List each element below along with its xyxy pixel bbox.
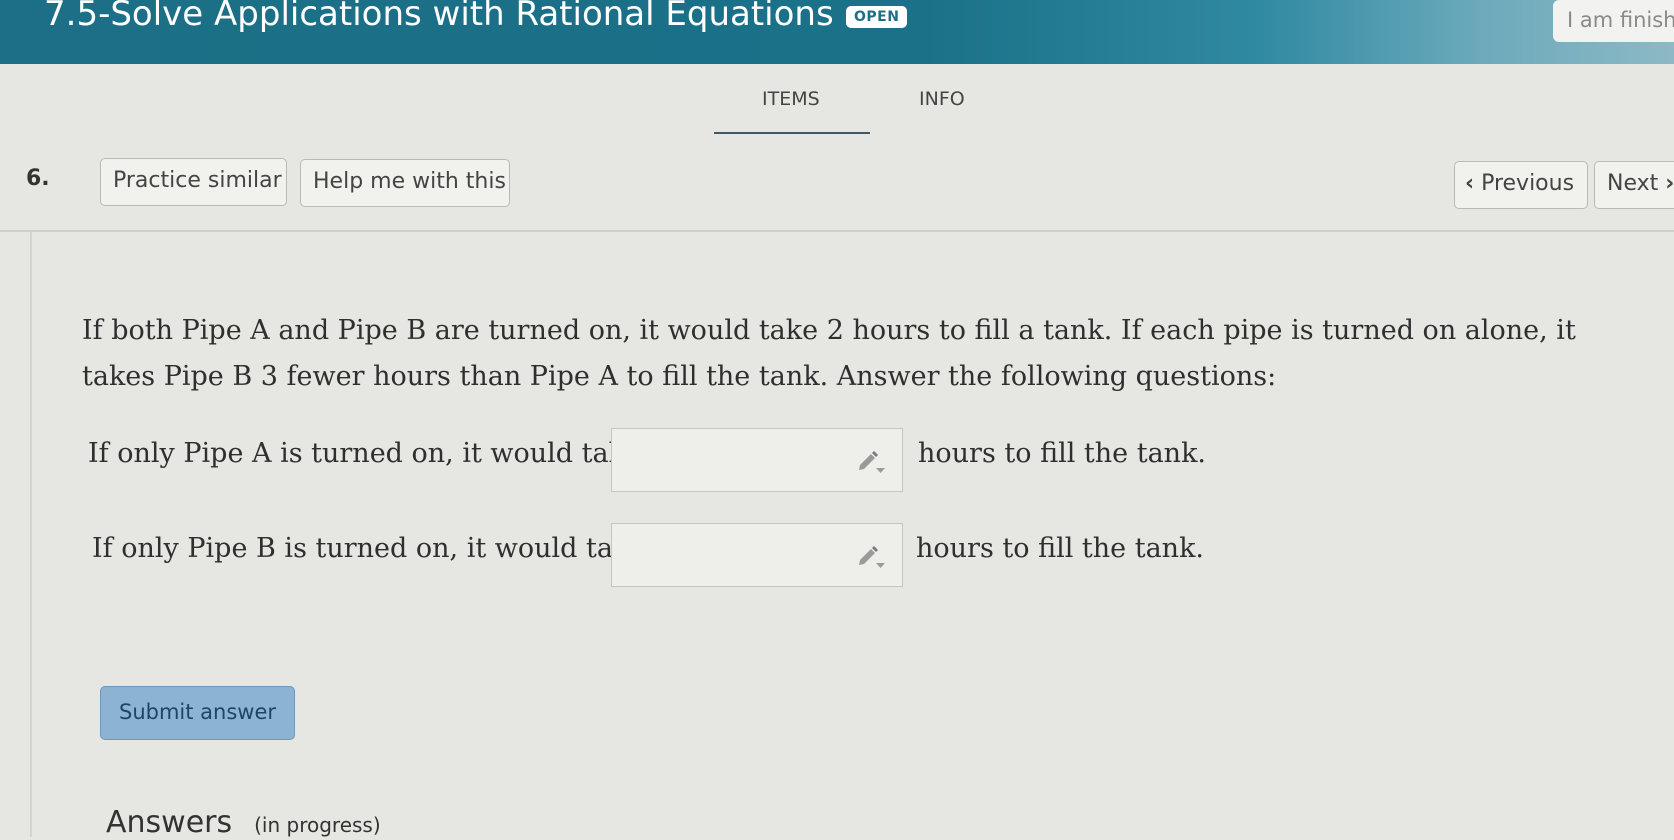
pipe-a-input[interactable] [614, 431, 848, 489]
assignment-title: 7.5-Solve Applications with Rational Equ… [44, 0, 834, 34]
row-a-suffix: hours to fill the tank. [918, 438, 1207, 469]
pipe-b-answer-field[interactable] [611, 523, 903, 587]
next-button[interactable]: Next › [1594, 161, 1674, 209]
pencil-icon[interactable] [856, 544, 886, 570]
assignment-header: 7.5-Solve Applications with Rational Equ… [0, 0, 1674, 64]
practice-similar-button[interactable]: Practice similar [100, 158, 287, 206]
content-left-border [30, 232, 32, 837]
help-me-button[interactable]: Help me with this [300, 159, 510, 207]
pipe-a-answer-field[interactable] [611, 428, 903, 492]
question-number: 6. [26, 166, 50, 191]
chevron-left-icon: ‹ [1465, 171, 1475, 196]
active-tab-indicator [714, 132, 870, 134]
chevron-right-icon: › [1665, 171, 1674, 196]
row-b-suffix: hours to fill the tank. [916, 533, 1205, 564]
next-label: Next [1607, 171, 1659, 196]
tab-info[interactable]: INFO [919, 88, 965, 110]
finish-button[interactable]: I am finish [1553, 0, 1674, 42]
question-prompt: If both Pipe A and Pipe B are turned on,… [82, 315, 1576, 392]
previous-label: Previous [1481, 171, 1575, 196]
tab-items[interactable]: ITEMS [762, 88, 820, 110]
row-b-prefix: If only Pipe B is turned on, it would ta… [92, 533, 646, 564]
pipe-b-input[interactable] [614, 526, 848, 584]
answers-heading: Answers (in progress) [106, 805, 381, 840]
pencil-icon[interactable] [856, 449, 886, 475]
previous-button[interactable]: ‹ Previous [1454, 161, 1588, 209]
row-a-prefix: If only Pipe A is turned on, it would ta… [88, 438, 641, 469]
status-badge: OPEN [846, 6, 908, 28]
answers-title: Answers [106, 805, 233, 840]
submit-answer-button[interactable]: Submit answer [100, 686, 295, 740]
toolbar-divider [0, 230, 1674, 232]
answers-status: (in progress) [254, 813, 381, 837]
